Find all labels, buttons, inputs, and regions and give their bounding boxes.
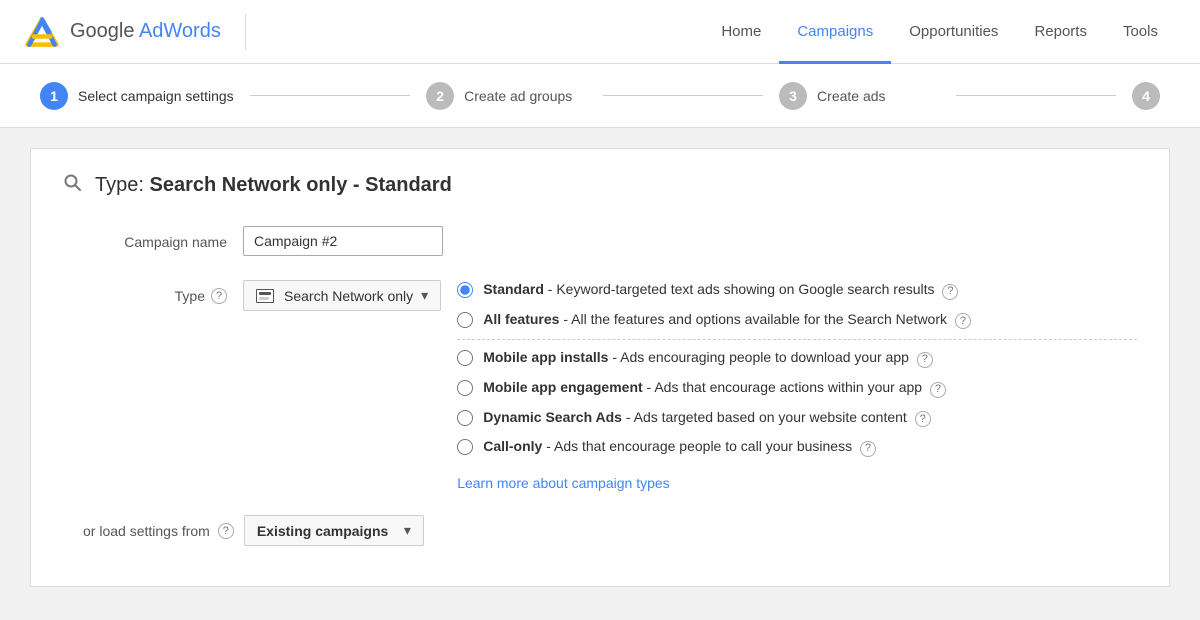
radio-dynamic-search-desc: - Ads targeted based on your website con…: [622, 409, 907, 425]
campaign-name-label: Campaign name: [83, 226, 243, 250]
step-3-label: Create ads: [817, 88, 885, 104]
radio-all-features-bold: All features: [483, 311, 559, 327]
radio-standard[interactable]: [457, 282, 473, 298]
type-label-area: Type ?: [83, 280, 243, 304]
radio-call-only[interactable]: [457, 439, 473, 455]
existing-campaigns-arrow-icon: ▾: [404, 522, 411, 539]
step-line-1: [250, 95, 410, 96]
logo-text-adwords: AdWords: [139, 20, 221, 42]
wizard-step-3: 3 Create ads: [779, 82, 939, 110]
type-header: Type: Search Network only - Standard: [63, 173, 1137, 198]
logo-area: Google AdWords: [24, 14, 246, 50]
type-row: Type ? Search Network only ▾: [83, 280, 1137, 491]
radio-standard-desc: - Keyword-targeted text ads showing on G…: [544, 281, 935, 297]
existing-campaigns-dropdown[interactable]: Existing campaigns ▾: [244, 515, 424, 546]
radio-mobile-engagement[interactable]: [457, 380, 473, 396]
all-features-help-icon[interactable]: ?: [955, 313, 971, 329]
step-2-circle: 2: [426, 82, 454, 110]
mobile-installs-help-icon[interactable]: ?: [917, 352, 933, 368]
type-field-label: Type: [175, 288, 205, 304]
network-icon: [256, 289, 274, 303]
radio-standard-bold: Standard: [483, 281, 544, 297]
existing-campaigns-label: Existing campaigns: [257, 523, 388, 539]
step-4-circle: 4: [1132, 82, 1160, 110]
radio-option-all-features: All features - All the features and opti…: [457, 310, 1137, 330]
network-dropdown-arrow-icon: ▾: [421, 287, 428, 304]
radio-mobile-installs-bold: Mobile app installs: [483, 349, 608, 365]
radio-standard-text: Standard - Keyword-targeted text ads sho…: [483, 280, 958, 300]
google-adwords-logo-icon: [24, 14, 60, 50]
network-dropdown-label: Search Network only: [284, 288, 413, 304]
step-line-2: [603, 95, 763, 96]
radio-call-only-bold: Call-only: [483, 438, 542, 454]
logo-text: Google AdWords: [70, 20, 221, 43]
network-dropdown-button[interactable]: Search Network only ▾: [243, 280, 441, 311]
nav-item-tools[interactable]: Tools: [1105, 0, 1176, 64]
radio-option-mobile-installs: Mobile app installs - Ads encouraging pe…: [457, 348, 1137, 368]
wizard-step-1: 1 Select campaign settings: [40, 82, 234, 110]
learn-more-link[interactable]: Learn more about campaign types: [457, 475, 669, 491]
step-1-circle: 1: [40, 82, 68, 110]
radio-mobile-engagement-bold: Mobile app engagement: [483, 379, 642, 395]
load-settings-help-icon[interactable]: ?: [218, 523, 234, 539]
header: Google AdWords Home Campaigns Opportunit…: [0, 0, 1200, 64]
radio-option-standard: Standard - Keyword-targeted text ads sho…: [457, 280, 1137, 300]
wizard-step-4: 4: [1132, 82, 1160, 110]
standard-help-icon[interactable]: ?: [942, 284, 958, 300]
wizard-step-2: 2 Create ad groups: [426, 82, 586, 110]
radio-option-mobile-engagement: Mobile app engagement - Ads that encoura…: [457, 378, 1137, 398]
main-content: Type: Search Network only - Standard Cam…: [30, 148, 1170, 587]
type-label: Type:: [95, 174, 144, 196]
main-nav: Home Campaigns Opportunities Reports Too…: [278, 0, 1176, 64]
radio-call-only-text: Call-only - Ads that encourage people to…: [483, 437, 876, 457]
nav-item-opportunities[interactable]: Opportunities: [891, 0, 1016, 64]
nav-item-campaigns[interactable]: Campaigns: [779, 0, 891, 64]
step-2-label: Create ad groups: [464, 88, 572, 104]
step-3-circle: 3: [779, 82, 807, 110]
radio-dynamic-search[interactable]: [457, 410, 473, 426]
radio-mobile-installs[interactable]: [457, 350, 473, 366]
radio-all-features-desc: - All the features and options available…: [559, 311, 947, 327]
radio-dynamic-search-bold: Dynamic Search Ads: [483, 409, 622, 425]
call-only-help-icon[interactable]: ?: [860, 441, 876, 457]
step-line-3: [956, 95, 1116, 96]
dynamic-search-help-icon[interactable]: ?: [915, 411, 931, 427]
search-icon: [63, 173, 83, 198]
campaign-name-row: Campaign name: [83, 226, 1137, 256]
type-value: Search Network only - Standard: [149, 174, 451, 196]
load-settings-row: or load settings from ? Existing campaig…: [63, 515, 1137, 546]
radio-mobile-engagement-text: Mobile app engagement - Ads that encoura…: [483, 378, 946, 398]
type-help-icon[interactable]: ?: [211, 288, 227, 304]
radio-divider: [457, 339, 1137, 340]
radio-option-dynamic-search: Dynamic Search Ads - Ads targeted based …: [457, 408, 1137, 428]
form-section: Campaign name Type ? Search Network only…: [63, 226, 1137, 491]
radio-all-features-text: All features - All the features and opti…: [483, 310, 971, 330]
radio-options-panel: Standard - Keyword-targeted text ads sho…: [457, 280, 1137, 491]
nav-item-home[interactable]: Home: [703, 0, 779, 64]
nav-item-reports[interactable]: Reports: [1016, 0, 1105, 64]
radio-dynamic-search-text: Dynamic Search Ads - Ads targeted based …: [483, 408, 931, 428]
wizard-steps: 1 Select campaign settings 2 Create ad g…: [0, 64, 1200, 128]
mobile-engagement-help-icon[interactable]: ?: [930, 382, 946, 398]
radio-mobile-installs-desc: - Ads encouraging people to download you…: [608, 349, 908, 365]
load-settings-label: or load settings from: [83, 523, 210, 539]
type-controls: Search Network only ▾: [243, 280, 441, 311]
radio-option-call-only: Call-only - Ads that encourage people to…: [457, 437, 1137, 457]
step-1-label: Select campaign settings: [78, 88, 234, 104]
radio-mobile-engagement-desc: - Ads that encourage actions within your…: [643, 379, 922, 395]
radio-all-features[interactable]: [457, 312, 473, 328]
radio-mobile-installs-text: Mobile app installs - Ads encouraging pe…: [483, 348, 933, 368]
campaign-name-input[interactable]: [243, 226, 443, 256]
type-header-text: Type: Search Network only - Standard: [95, 174, 452, 197]
radio-call-only-desc: - Ads that encourage people to call your…: [542, 438, 852, 454]
